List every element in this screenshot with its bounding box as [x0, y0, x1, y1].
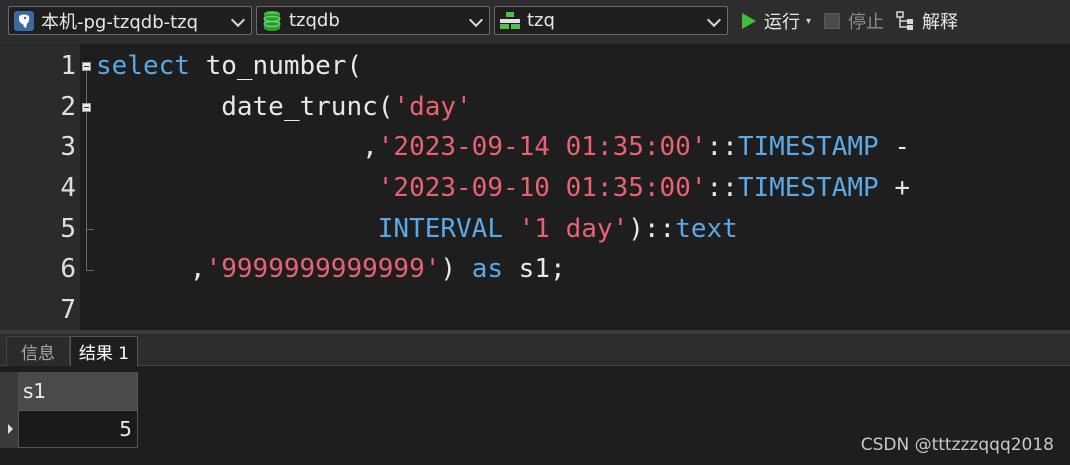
- fold-end-mark: [86, 270, 94, 271]
- code-token: '2023-09-10 01:35:00': [377, 173, 707, 203]
- schema-label: tzq: [527, 10, 555, 31]
- line-number: 7: [60, 295, 76, 325]
- column-header-s1[interactable]: s1: [18, 372, 138, 410]
- result-grid: s1 5 CSDN @tttzzzqqq2018: [0, 366, 1070, 465]
- explain-icon: [896, 11, 913, 30]
- run-label: 运行: [764, 12, 800, 33]
- code-line[interactable]: '2023-09-10 01:35:00'::TIMESTAMP +: [96, 168, 910, 208]
- fold-toggle-icon[interactable]: [82, 62, 91, 71]
- schema-icon: [499, 10, 521, 32]
- code-token: ,: [96, 132, 378, 162]
- stop-button[interactable]: 停止: [824, 8, 884, 34]
- line-gutter: 1 2 3 4 5 6 7: [0, 44, 80, 330]
- database-select[interactable]: tzqdb: [256, 6, 490, 35]
- code-token: TIMESTAMP: [737, 132, 879, 162]
- code-token: ,: [96, 254, 206, 284]
- code-line[interactable]: INTERVAL '1 day')::text: [96, 209, 738, 249]
- code-token: date_trunc(: [96, 92, 394, 122]
- code-token: -: [878, 132, 911, 162]
- run-button[interactable]: 运行 ▾: [740, 8, 811, 34]
- connection-label: 本机-pg-tzqdb-tzq: [41, 11, 199, 33]
- code-token: )::: [628, 214, 676, 244]
- code-token: TIMESTAMP: [737, 173, 879, 203]
- chevron-down-icon: [706, 12, 722, 28]
- table-cell[interactable]: 5: [18, 410, 138, 448]
- watermark: CSDN @tttzzzqqq2018: [860, 435, 1054, 455]
- line-number: 1: [60, 51, 76, 81]
- line-number: 2: [60, 92, 76, 122]
- line-number: 6: [60, 254, 76, 284]
- database-label: tzqdb: [289, 10, 340, 31]
- code-line[interactable]: select to_number(: [96, 46, 362, 86]
- line-number: 4: [60, 173, 76, 203]
- database-icon: [261, 10, 283, 32]
- chevron-down-icon: [230, 12, 246, 28]
- play-icon: [742, 13, 756, 29]
- code-line[interactable]: ,'2023-09-14 01:35:00'::TIMESTAMP -: [96, 127, 910, 167]
- fold-line: [86, 71, 87, 103]
- code-line[interactable]: ,'9999999999999') as s1;: [96, 249, 566, 289]
- explain-button[interactable]: 解释: [896, 8, 958, 34]
- result-tabs: 信息 结果 1: [0, 334, 1070, 366]
- code-token: '2023-09-14 01:35:00': [377, 132, 707, 162]
- code-token: +: [878, 173, 911, 203]
- code-token: '1 day': [518, 214, 629, 244]
- connection-select[interactable]: 本机-pg-tzqdb-tzq: [8, 6, 252, 35]
- line-number: 3: [60, 132, 76, 162]
- fold-line: [86, 112, 87, 270]
- chevron-down-icon: [468, 12, 484, 28]
- code-token: ): [440, 254, 472, 284]
- fold-toggle-icon[interactable]: [82, 103, 91, 112]
- code-token: ::: [706, 132, 738, 162]
- stop-label: 停止: [848, 12, 884, 33]
- current-row-icon: [8, 424, 13, 434]
- stop-icon: [824, 13, 840, 29]
- row-indicator[interactable]: [0, 410, 18, 448]
- postgresql-elephant-icon: [13, 10, 35, 32]
- toolbar: 本机-pg-tzqdb-tzq tzqdb tzq 运行 ▾ 停止 解释: [0, 0, 1070, 44]
- sql-editor[interactable]: 1 2 3 4 5 6 7 select to_number( date_tru…: [0, 44, 1070, 330]
- code-token: 'day': [393, 92, 472, 122]
- explain-label: 解释: [922, 12, 958, 33]
- code-token: text: [675, 214, 738, 244]
- fold-end-mark: [86, 229, 94, 230]
- line-number: 5: [60, 214, 76, 244]
- tab-info[interactable]: 信息: [6, 336, 70, 366]
- run-dropdown-icon[interactable]: ▾: [806, 16, 811, 27]
- code-token: ::: [706, 173, 738, 203]
- code-token: '9999999999999': [205, 254, 441, 284]
- code-token: to_number(: [189, 51, 363, 81]
- code-token: select: [96, 51, 190, 81]
- row-header-corner: [0, 372, 18, 410]
- schema-select[interactable]: tzq: [494, 6, 728, 35]
- tab-result-1[interactable]: 结果 1: [70, 336, 138, 366]
- code-token: INTERVAL: [377, 214, 503, 244]
- code-token: as: [471, 254, 504, 284]
- code-token: s1;: [503, 254, 566, 284]
- code-line[interactable]: date_trunc('day': [96, 87, 472, 127]
